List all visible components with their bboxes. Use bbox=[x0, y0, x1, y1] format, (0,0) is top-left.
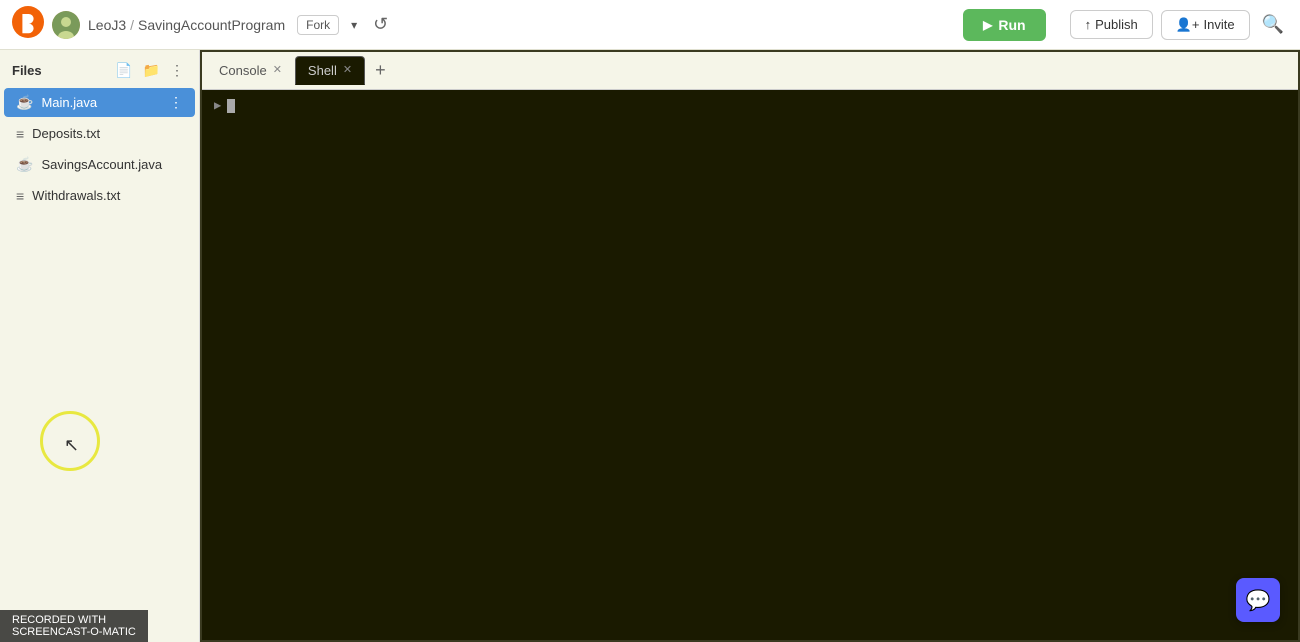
breadcrumb-separator: / bbox=[130, 17, 134, 33]
tab-shell-label: Shell bbox=[308, 63, 337, 78]
breadcrumb-project[interactable]: SavingAccountProgram bbox=[138, 17, 285, 33]
nav-right-actions: ↑ Publish 👤+ Invite 🔍 bbox=[1070, 10, 1288, 40]
cursor-arrow: ↖ bbox=[64, 435, 79, 456]
project-dropdown[interactable]: ▾ bbox=[347, 16, 361, 34]
history-button[interactable]: ↺ bbox=[373, 14, 388, 35]
tab-shell[interactable]: Shell ✕ bbox=[295, 56, 365, 85]
chat-icon: 💬 bbox=[1246, 588, 1271, 613]
sidebar: Files 📄 📁 ⋮ ☕ Main.java ⋮ ≡ Deposits.txt… bbox=[0, 50, 200, 642]
tab-console[interactable]: Console ✕ bbox=[206, 56, 295, 85]
file-item-deposits-txt[interactable]: ≡ Deposits.txt ⋮ bbox=[4, 119, 195, 148]
console-body[interactable]: ▶ bbox=[202, 90, 1298, 640]
cursor-block bbox=[227, 99, 235, 113]
search-button[interactable]: 🔍 bbox=[1258, 10, 1288, 39]
watermark-line2: SCREENCAST-O-MATIC bbox=[12, 626, 136, 638]
tab-console-close[interactable]: ✕ bbox=[273, 65, 282, 76]
files-title: Files bbox=[12, 63, 42, 78]
publish-label: Publish bbox=[1095, 17, 1138, 32]
publish-icon: ↑ bbox=[1085, 17, 1092, 32]
run-button[interactable]: Run bbox=[963, 9, 1045, 41]
sidebar-header: Files 📄 📁 ⋮ bbox=[0, 50, 199, 87]
txt-file-icon-withdrawals: ≡ bbox=[16, 188, 24, 204]
navbar: LeoJ3 / SavingAccountProgram Fork ▾ ↺ Ru… bbox=[0, 0, 1300, 50]
breadcrumb: LeoJ3 / SavingAccountProgram bbox=[88, 17, 285, 33]
fork-button[interactable]: Fork bbox=[297, 15, 339, 35]
add-tab-button[interactable]: + bbox=[369, 58, 392, 83]
tab-shell-close[interactable]: ✕ bbox=[343, 65, 352, 76]
file-name-savings-account-java: SavingsAccount.java bbox=[41, 157, 162, 172]
main-area: Files 📄 📁 ⋮ ☕ Main.java ⋮ ≡ Deposits.txt… bbox=[0, 50, 1300, 642]
cursor-highlight-circle bbox=[40, 411, 100, 471]
file-more-main-java[interactable]: ⋮ bbox=[169, 94, 183, 111]
console-tabs: Console ✕ Shell ✕ + bbox=[202, 52, 1298, 90]
file-name-deposits-txt: Deposits.txt bbox=[32, 126, 161, 141]
file-item-main-java[interactable]: ☕ Main.java ⋮ bbox=[4, 88, 195, 117]
sidebar-actions: 📄 📁 ⋮ bbox=[112, 60, 187, 81]
console-prompt-line: ▶ bbox=[214, 98, 1286, 113]
new-folder-button[interactable]: 📁 bbox=[140, 60, 163, 81]
chat-button[interactable]: 💬 bbox=[1236, 578, 1280, 622]
file-name-main-java: Main.java bbox=[41, 95, 161, 110]
file-name-withdrawals-txt: Withdrawals.txt bbox=[32, 188, 161, 203]
breadcrumb-user[interactable]: LeoJ3 bbox=[88, 17, 126, 33]
txt-file-icon-deposits: ≡ bbox=[16, 126, 24, 142]
file-item-savings-account-java[interactable]: ☕ SavingsAccount.java ⋮ bbox=[4, 150, 195, 179]
replit-logo[interactable] bbox=[12, 6, 44, 43]
console-panel: Console ✕ Shell ✕ + ▶ bbox=[200, 50, 1300, 642]
invite-button[interactable]: 👤+ Invite bbox=[1161, 10, 1250, 40]
user-avatar[interactable] bbox=[52, 11, 80, 39]
watermark-line1: RECORDED WITH bbox=[12, 614, 136, 626]
invite-label: Invite bbox=[1204, 17, 1235, 32]
sidebar-more-button[interactable]: ⋮ bbox=[167, 60, 187, 81]
prompt-symbol: ▶ bbox=[214, 98, 221, 113]
file-item-withdrawals-txt[interactable]: ≡ Withdrawals.txt ⋮ bbox=[4, 181, 195, 210]
watermark: RECORDED WITH SCREENCAST-O-MATIC bbox=[0, 610, 148, 642]
publish-button[interactable]: ↑ Publish bbox=[1070, 10, 1153, 39]
invite-icon: 👤+ bbox=[1176, 17, 1200, 33]
new-file-button[interactable]: 📄 bbox=[112, 60, 135, 81]
java-file-icon: ☕ bbox=[16, 94, 33, 111]
java-file-icon-savings: ☕ bbox=[16, 156, 33, 173]
cursor-decoration-area: ↖ bbox=[0, 211, 199, 642]
tab-console-label: Console bbox=[219, 63, 267, 78]
